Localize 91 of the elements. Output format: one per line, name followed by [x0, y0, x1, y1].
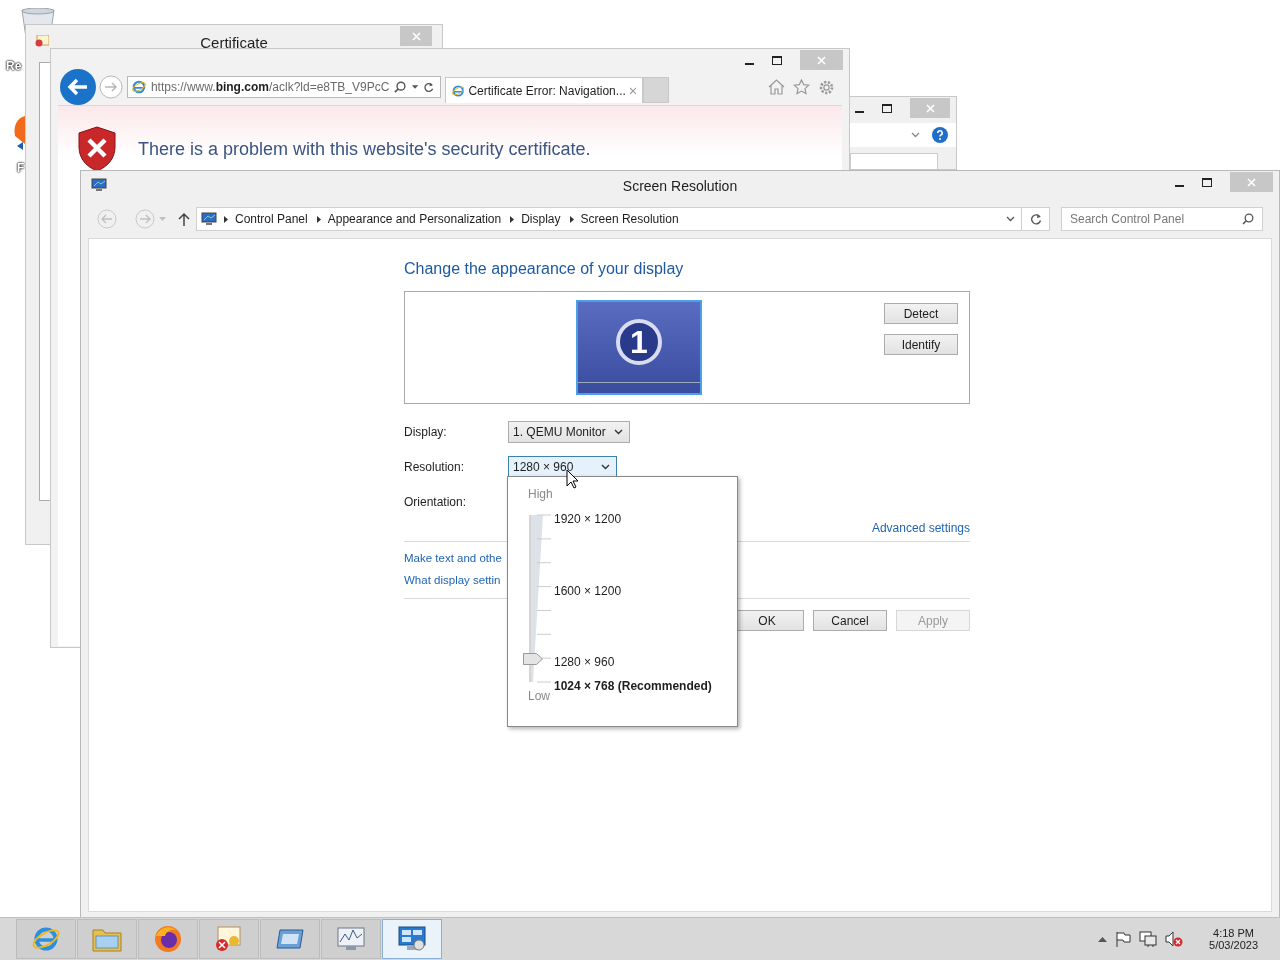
search-field[interactable]	[850, 153, 938, 169]
page-heading: Change the appearance of your display	[404, 259, 685, 279]
breadcrumb-item[interactable]: Appearance and Personalization	[327, 212, 502, 226]
dropdown[interactable]: 1. QEMU Monitor	[508, 420, 630, 443]
chevron-down-icon[interactable]	[1006, 216, 1015, 222]
resolution-option[interactable]: 1024 × 768 (Recommended)	[554, 678, 712, 694]
breadcrumb-item[interactable]: Display	[521, 212, 561, 226]
taskbar-button[interactable]	[199, 919, 259, 959]
globe-icon	[153, 924, 183, 954]
window-title: Certificate	[200, 32, 268, 51]
back-button[interactable]	[59, 68, 97, 106]
field-label: Orientation:	[404, 494, 468, 509]
close-icon	[1247, 177, 1256, 187]
slider-end-label: High	[528, 487, 554, 501]
display-number: 1	[616, 319, 662, 365]
chevron-down-icon[interactable]	[911, 132, 920, 138]
close-icon	[817, 55, 826, 65]
slider-end-label: Low	[528, 689, 551, 703]
taskbar-button[interactable]	[16, 919, 76, 959]
settings-icon[interactable]	[818, 78, 835, 96]
field-label: Display:	[404, 424, 448, 439]
display-button[interactable]: Identify	[884, 334, 958, 355]
dropdown[interactable]: 1280 × 960	[508, 455, 618, 478]
search-field[interactable]: Search Control Panel	[1061, 207, 1263, 231]
forward-button[interactable]	[99, 75, 123, 99]
certificate-icon	[35, 35, 49, 47]
help-icon[interactable]	[932, 127, 948, 143]
dialog-button[interactable]: Cancel	[813, 610, 887, 631]
network-icon[interactable]	[1139, 930, 1158, 948]
help-link[interactable]: What display settin	[404, 574, 501, 586]
refresh-icon	[1029, 213, 1042, 225]
chevron-right-icon[interactable]	[224, 215, 228, 223]
breadcrumb-item[interactable]: Screen Resolution	[580, 212, 679, 226]
close-icon	[925, 103, 935, 113]
desktop-icon-label[interactable]: F	[17, 161, 25, 175]
chevron-right-icon[interactable]	[510, 215, 515, 223]
refresh-icon[interactable]	[422, 80, 434, 94]
window-icon	[275, 927, 305, 951]
certificate-icon	[214, 925, 244, 953]
url-text: https://www.bing.com/aclk?ld=e8TB_V9PcC	[150, 80, 390, 94]
resolution-option[interactable]: 1600 × 1200	[554, 583, 712, 599]
error-heading: There is a problem with this website's security certificate.	[138, 138, 591, 160]
display-tile[interactable]: 1	[576, 300, 702, 395]
window-title: Screen Resolution	[622, 178, 738, 194]
address-bar[interactable]: https://www.bing.com/aclk?ld=e8TB_V9PcC	[127, 76, 441, 98]
clock-time[interactable]: 4:18 PM	[1213, 927, 1254, 939]
chevron-down-icon	[613, 428, 623, 435]
chevron-down-icon	[601, 463, 611, 470]
caret-icon[interactable]	[411, 84, 418, 90]
taskbar-button[interactable]	[260, 919, 320, 959]
monitor-icon	[201, 212, 217, 226]
clock-date[interactable]: 5/03/2023	[1209, 939, 1258, 951]
home-icon[interactable]	[768, 79, 785, 95]
advanced-settings-link[interactable]: Advanced settings	[871, 521, 970, 535]
browser-icon	[452, 82, 465, 99]
browser-tab[interactable]: Certificate Error: Navigation...	[445, 77, 643, 103]
maximize-button[interactable]	[772, 55, 782, 65]
screen-settings-icon	[397, 925, 427, 953]
taskbar-button[interactable]	[138, 919, 198, 959]
monitor-icon	[91, 178, 107, 192]
field-label: Resolution:	[404, 459, 466, 474]
shield-error-icon	[78, 126, 116, 172]
taskbar-button[interactable]	[382, 919, 442, 959]
display-button[interactable]: Detect	[884, 303, 958, 324]
star-icon[interactable]	[793, 79, 810, 95]
resolution-option[interactable]: 1280 × 960	[554, 654, 712, 670]
up-arrow-icon[interactable]	[178, 212, 190, 226]
flag-icon[interactable]	[1115, 931, 1132, 947]
search-icon	[1242, 213, 1254, 225]
chart-screen-icon	[336, 926, 366, 952]
browser-icon	[32, 925, 60, 953]
refresh-button[interactable]	[1022, 207, 1050, 231]
chevron-right-icon[interactable]	[316, 215, 321, 223]
app-icon[interactable]	[13, 116, 25, 152]
maximize-button[interactable]	[1202, 177, 1212, 187]
close-icon[interactable]	[629, 86, 636, 95]
maximize-button[interactable]	[882, 103, 892, 113]
folder-icon	[92, 926, 122, 952]
help-link[interactable]: Make text and othe	[404, 552, 502, 564]
breadcrumb-item[interactable]: Control Panel	[235, 212, 308, 226]
desktop-icon-label[interactable]: Re	[6, 59, 22, 73]
search-icon[interactable]	[394, 80, 407, 94]
close-icon	[411, 31, 421, 41]
browser-icon	[132, 79, 146, 95]
chevron-right-icon[interactable]	[569, 215, 574, 223]
slider-thumb[interactable]	[523, 652, 543, 665]
muted-speaker-icon[interactable]	[1165, 931, 1184, 947]
taskbar-button[interactable]	[321, 919, 381, 959]
resolution-option[interactable]: 1920 × 1200	[554, 511, 712, 527]
address-bar[interactable]: Control Panel Appearance and Personalization Display Screen Resolution	[196, 207, 1022, 231]
chevron-up-icon[interactable]	[1098, 936, 1108, 942]
